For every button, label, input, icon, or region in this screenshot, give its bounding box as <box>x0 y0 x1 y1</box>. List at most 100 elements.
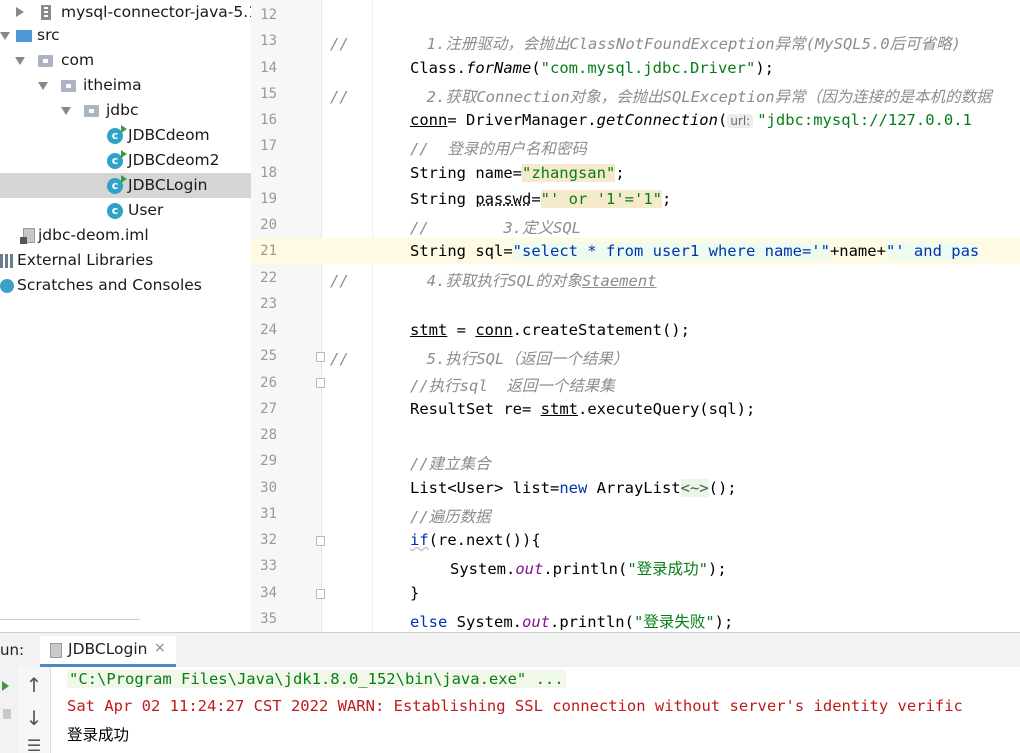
code-line-31[interactable]: //遍历数据 <box>410 505 491 527</box>
code-string: "登录失败" <box>633 613 715 631</box>
tree-item-iml[interactable]: jdbc-deom.iml <box>0 223 251 248</box>
jar-icon <box>41 5 51 20</box>
code-line-35[interactable]: else System.out.println("登录失败"); <box>410 610 733 632</box>
code-token: .println( <box>549 613 634 631</box>
code-string: "jdbc:mysql://127.0.0.1 <box>757 111 972 129</box>
line-number: 19 <box>260 191 277 207</box>
code-line-25[interactable]: // 5.执行SQL（返回一个结果） <box>330 347 628 369</box>
line-number: 33 <box>260 558 277 574</box>
close-icon[interactable]: × <box>154 640 166 656</box>
code-token: String name= <box>410 164 522 182</box>
comment-prefix: // <box>330 35 349 53</box>
comment-prefix: // <box>330 272 349 290</box>
code-line-13[interactable]: // 1.注册驱动，会抛出ClassNotFoundException异常(MyS… <box>330 32 961 54</box>
soft-wrap-icon[interactable]: ☰ <box>24 736 44 753</box>
tree-item-external-libraries[interactable]: External Libraries <box>0 248 251 273</box>
code-line-34[interactable]: } <box>410 584 419 602</box>
code-string: "' or '1'='1" <box>540 190 662 208</box>
run-label: un: <box>0 641 25 659</box>
code-sql-string: "' and pas <box>885 242 980 260</box>
code-method: getConnection <box>596 111 718 129</box>
line-number: 24 <box>260 322 277 338</box>
code-line-29[interactable]: //建立集合 <box>410 452 491 474</box>
console-warning-line: Sat Apr 02 11:24:27 CST 2022 WARN: Estab… <box>67 697 963 715</box>
tree-item-label: Scratches and Consoles <box>17 276 202 294</box>
code-string: "登录成功" <box>627 560 708 578</box>
line-number: 18 <box>260 165 277 181</box>
tree-item-jdbcdeom[interactable]: c JDBCdeom <box>0 123 251 148</box>
code-line-16[interactable]: conn= DriverManager.getConnection(url: "j… <box>410 111 972 129</box>
module-file-icon <box>20 228 35 244</box>
code-line-19[interactable]: String passwd="' or '1'='1"; <box>410 190 671 208</box>
code-line-30[interactable]: List<User> list=new ArrayList<~>(); <box>410 479 737 497</box>
code-line-32[interactable]: if(re.next()){ <box>410 531 541 549</box>
code-token: = DriverManager. <box>447 111 597 129</box>
code-line-15[interactable]: // 2.获取Connection对象，会抛出SQLException异常（因为连… <box>330 85 992 107</box>
code-token: System. <box>450 560 516 578</box>
code-line-14[interactable]: Class.forName("com.mysql.jdbc.Driver"); <box>410 59 774 77</box>
code-line-18[interactable]: String name="zhangsan"; <box>410 164 625 182</box>
code-token: = <box>531 190 541 208</box>
code-method: forName <box>466 59 532 77</box>
tree-item-label: External Libraries <box>17 251 154 269</box>
code-field: out <box>515 560 544 578</box>
rerun-icon[interactable] <box>2 681 9 691</box>
code-variable: passwd <box>475 190 532 208</box>
tree-item-label: jdbc <box>106 101 139 119</box>
line-number: 17 <box>260 138 277 154</box>
code-token: ; <box>615 164 625 182</box>
collapse-arrow-icon[interactable] <box>0 32 10 40</box>
scroll-down-icon[interactable]: ↓ <box>24 706 44 730</box>
code-line-27[interactable]: ResultSet re= stmt.executeQuery(sql); <box>410 400 755 418</box>
java-class-icon: c <box>107 125 127 144</box>
tree-item-mysql-connector[interactable]: mysql-connector-java-5.1. <box>0 0 251 25</box>
code-token: ); <box>708 560 727 578</box>
line-number: 20 <box>260 217 277 233</box>
line-number: 35 <box>260 611 277 627</box>
code-comment: 1.注册驱动，会抛出ClassNotFoundException异常(MySQL… <box>426 35 961 53</box>
parameter-hint: url: <box>727 114 754 128</box>
collapse-arrow-icon[interactable] <box>15 57 25 65</box>
tree-item-itheima[interactable]: itheima <box>0 73 251 98</box>
stop-icon[interactable] <box>3 709 11 719</box>
code-token: ( <box>531 59 541 77</box>
fold-marker-icon[interactable] <box>316 378 325 388</box>
code-comment: 2.获取Connection对象，会抛出SQLException异常（因为连接的… <box>426 88 992 106</box>
run-side-strip <box>0 667 19 753</box>
code-line-26[interactable]: //执行sql 返回一个结果集 <box>410 374 615 396</box>
line-number: 26 <box>260 375 277 391</box>
line-number: 34 <box>260 585 277 601</box>
tree-item-jdbcdeom2[interactable]: c JDBCdeom2 <box>0 148 251 173</box>
code-token: = <box>447 321 476 339</box>
code-line-22[interactable]: // 4.获取执行SQL的对象Staement <box>330 269 657 291</box>
fold-marker-icon[interactable] <box>316 589 325 599</box>
collapse-arrow-icon[interactable] <box>61 107 71 115</box>
code-line-17[interactable]: // 登录的用户名和密码 <box>410 137 587 159</box>
code-token: .executeQuery(sql); <box>577 400 756 418</box>
fold-marker-icon[interactable] <box>316 536 325 546</box>
code-line-33[interactable]: System.out.println("登录成功"); <box>450 557 727 579</box>
fold-marker-icon[interactable] <box>316 352 325 362</box>
line-number: 25 <box>260 348 277 364</box>
tree-item-label: JDBCLogin <box>128 176 208 194</box>
scroll-up-icon[interactable]: ↑ <box>24 673 44 697</box>
project-tree: mysql-connector-java-5.1. src com itheim… <box>0 0 251 632</box>
code-keyword: new <box>559 479 588 497</box>
code-diamond-fold[interactable]: <~> <box>680 479 709 497</box>
expand-arrow-icon[interactable] <box>16 7 24 17</box>
console-toolbar: ↑ ↓ ☰ <box>18 667 51 753</box>
tree-item-jdbclogin[interactable]: c JDBCLogin <box>0 173 251 198</box>
code-line-24[interactable]: stmt = conn.createStatement(); <box>410 321 690 339</box>
tree-item-scratches[interactable]: Scratches and Consoles <box>0 273 251 298</box>
java-class-icon: c <box>107 175 127 194</box>
collapse-arrow-icon[interactable] <box>38 82 48 90</box>
console-output-line: 登录成功 <box>67 726 130 744</box>
tree-item-src[interactable]: src <box>0 23 251 48</box>
code-token: String <box>410 190 476 208</box>
code-line-21[interactable]: String sql="select * from user1 where na… <box>410 242 980 260</box>
code-line-20[interactable]: // 3.定义SQL <box>410 216 581 238</box>
java-class-icon: c <box>107 203 123 219</box>
tree-item-com[interactable]: com <box>0 48 251 73</box>
tree-item-user[interactable]: c User <box>0 198 251 223</box>
tree-item-jdbc[interactable]: jdbc <box>0 98 251 123</box>
